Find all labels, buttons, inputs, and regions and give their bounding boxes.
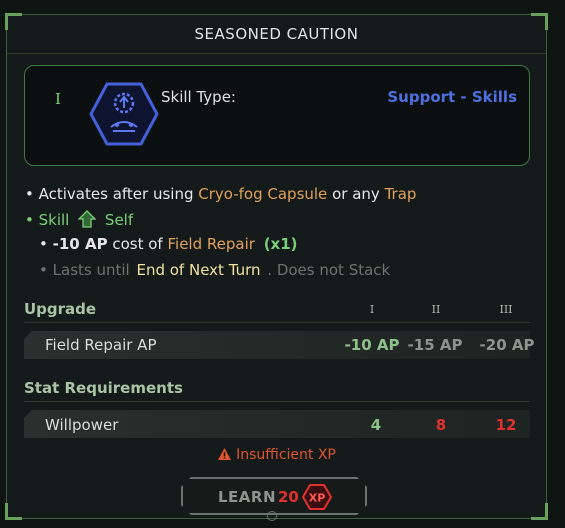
effect-trigger-line: • Activates after using Cryo-fog Capsule…: [25, 185, 416, 203]
skill-rank: I: [55, 90, 61, 108]
effect-category: Skill: [38, 211, 70, 229]
effect-duration-line: • Lasts until End of Next Turn . Does no…: [39, 261, 390, 279]
effect-value: -10 AP: [52, 235, 108, 253]
affected-skill-link[interactable]: Field Repair: [168, 235, 255, 253]
upgrade-value-3: -20 AP: [479, 336, 535, 354]
skill-type-label: Skill Type:: [161, 88, 236, 106]
level-2-label: II: [431, 303, 441, 316]
bullet: •: [25, 211, 34, 229]
bullet: •: [39, 235, 48, 253]
duration-prefix: Lasts until: [52, 261, 130, 279]
trigger-trap-link[interactable]: Trap: [385, 185, 417, 203]
stat-requirements-header: Stat Requirements: [24, 379, 183, 397]
page-indicator-icon: [267, 511, 277, 521]
skill-type-value: Support - Skills: [387, 88, 517, 106]
requirement-value-2: 8: [435, 416, 447, 434]
up-arrow-icon: [77, 210, 97, 228]
effect-target-line: • Skill Self: [25, 210, 133, 229]
trigger-item-link[interactable]: Cryo-fog Capsule: [198, 185, 327, 203]
divider: [24, 401, 530, 402]
upgrade-header: Upgrade: [24, 300, 97, 318]
trigger-or-text: or any: [332, 185, 380, 203]
skill-tooltip-panel: SEASONED CAUTION I Skill Type: Support -…: [5, 13, 548, 521]
effect-cost-line: • -10 AP cost of Field Repair (x1): [39, 235, 298, 253]
corner-decoration: [5, 503, 22, 520]
skill-header-box: I Skill Type: Support - Skills: [24, 65, 530, 166]
learn-button[interactable]: LEARN 20 XP: [181, 477, 367, 515]
level-3-label: III: [499, 303, 513, 316]
cog-shield-icon: [89, 82, 159, 146]
upgrade-value-2: -15 AP: [407, 336, 463, 354]
svg-text:XP: XP: [309, 492, 326, 505]
warning-icon: [218, 448, 232, 460]
requirement-value-3: 12: [495, 416, 517, 434]
upgrade-value-1: -10 AP: [344, 336, 400, 354]
learn-label: LEARN: [218, 488, 277, 506]
bullet: •: [39, 261, 48, 279]
level-1-label: I: [369, 303, 375, 316]
upgrade-row-label: Field Repair AP: [45, 336, 157, 354]
trigger-text: Activates after using: [38, 185, 194, 203]
skill-title: SEASONED CAUTION: [7, 15, 546, 54]
divider: [24, 322, 530, 323]
effect-multiplier: (x1): [263, 235, 298, 253]
bullet: •: [25, 185, 34, 203]
xp-cost: 20: [278, 488, 299, 506]
effect-target: Self: [104, 211, 134, 229]
corner-decoration: [531, 503, 548, 520]
stacking-note: . Does not Stack: [267, 261, 391, 279]
duration-value: End of Next Turn: [136, 261, 261, 279]
insufficient-xp-warning: Insufficient XP: [7, 447, 546, 463]
requirement-row-label: Willpower: [45, 416, 119, 434]
xp-icon: XP: [302, 483, 332, 511]
effect-text: cost of: [112, 235, 163, 253]
requirement-value-1: 4: [370, 416, 382, 434]
warning-text: Insufficient XP: [236, 447, 336, 463]
